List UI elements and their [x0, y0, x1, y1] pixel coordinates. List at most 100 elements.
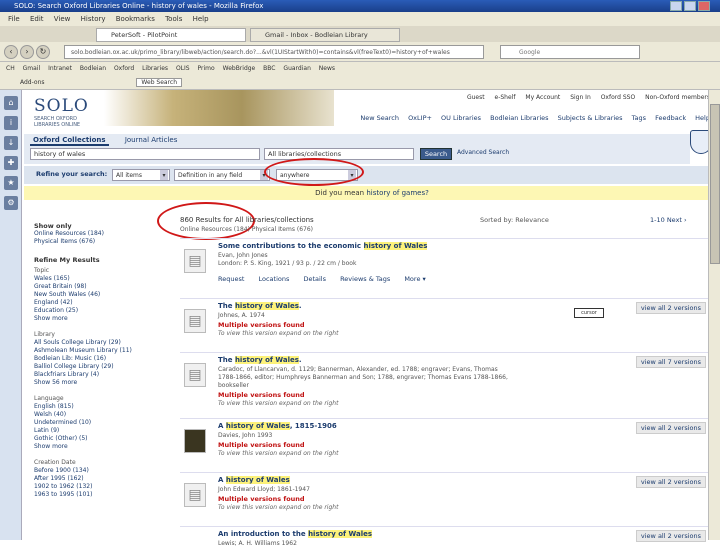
view-all-versions-button[interactable]: view all 2 versions — [635, 476, 706, 488]
show-only-links[interactable]: Online Resources (184) Physical Items (6… — [180, 226, 313, 233]
bookmark-icon[interactable]: ★ — [4, 176, 18, 190]
maximize-button[interactable] — [684, 1, 696, 11]
result-record[interactable]: ▤ The history of Wales. Johnes, A. 1974 … — [180, 298, 710, 344]
menu-bookmarks[interactable]: Bookmarks — [116, 15, 155, 23]
did-you-mean-link[interactable]: history of games? — [366, 189, 429, 197]
browser-tab-1[interactable]: PeterSoft - PilotPoint — [96, 28, 246, 42]
facet-item[interactable]: 1963 to 1995 (101) — [34, 491, 174, 499]
home-icon[interactable]: ⌂ — [4, 96, 18, 110]
facet-item[interactable]: Undetermined (10) — [34, 419, 174, 427]
record-title[interactable]: Some contributions to the economic histo… — [218, 242, 428, 250]
result-record[interactable]: ▤ The history of Wales. Caradoc, of Llan… — [180, 352, 710, 414]
scope-select[interactable]: All libraries/collections — [264, 148, 414, 160]
browser-tab-2[interactable]: Gmail - Inbox - Bodleian Library — [250, 28, 400, 42]
menu-history[interactable]: History — [81, 15, 106, 23]
facet-item[interactable]: After 1995 (162) — [34, 475, 174, 483]
facet-item[interactable]: Great Britain (98) — [34, 283, 174, 291]
oxford-sso-link[interactable]: Oxford SSO — [601, 94, 635, 101]
show-more-link[interactable]: Show more — [34, 443, 174, 451]
non-oxford-link[interactable]: Non-Oxford members — [645, 94, 710, 101]
info-icon[interactable]: i — [4, 116, 18, 130]
record-title[interactable]: A history of Wales — [218, 476, 290, 484]
url-bar[interactable]: solo.bodleian.ox.ac.uk/primo_library/lib… — [64, 45, 484, 59]
facet-item[interactable]: Ashmolean Museum Library (11) — [34, 347, 174, 355]
facet-item[interactable]: Blackfriars Library (4) — [34, 371, 174, 379]
scrollbar-thumb[interactable] — [710, 104, 720, 264]
show-more-link[interactable]: Show 56 more — [34, 379, 174, 387]
bookmark-item[interactable]: Primo — [198, 65, 215, 72]
bookmark-item[interactable]: OLIS — [176, 65, 190, 72]
solo-logo[interactable]: SOLO — [34, 96, 89, 116]
tab-oxford-collections[interactable]: Oxford Collections — [30, 136, 109, 146]
bookmark-item[interactable]: Libraries — [142, 65, 168, 72]
record-title[interactable]: The history of Wales. — [218, 302, 302, 310]
facet-item[interactable]: New South Wales (46) — [34, 291, 174, 299]
pagination[interactable]: 1-10 Next › — [650, 216, 687, 224]
menu-file[interactable]: File — [8, 15, 20, 23]
result-record[interactable]: A history of Wales, 1815-1906 Davies, Jo… — [180, 418, 710, 468]
tab-journal-articles[interactable]: Journal Articles — [125, 136, 178, 144]
reload-icon[interactable]: ↻ — [36, 45, 50, 59]
locations-link[interactable]: Locations — [258, 275, 289, 283]
eshelf-link[interactable]: e-Shelf — [495, 94, 516, 101]
search-input[interactable]: history of wales — [30, 148, 260, 160]
back-icon[interactable]: ‹ — [4, 45, 18, 59]
nav-ou-libraries[interactable]: OU Libraries — [441, 114, 481, 122]
details-link[interactable]: Details — [303, 275, 326, 283]
bookmark-item[interactable]: CH — [6, 65, 15, 72]
request-link[interactable]: Request — [218, 275, 244, 283]
web-search-button[interactable]: Web Search — [136, 78, 183, 87]
nav-new-search[interactable]: New Search — [360, 114, 399, 122]
show-more-link[interactable]: Show more — [34, 315, 174, 323]
browser-search-input[interactable]: Google — [500, 45, 640, 59]
facet-item[interactable]: Wales (165) — [34, 275, 174, 283]
puzzle-icon[interactable]: ✚ — [4, 156, 18, 170]
record-title[interactable]: The history of Wales. — [218, 356, 302, 364]
view-all-versions-button[interactable]: view all 7 versions — [635, 356, 706, 368]
sign-in-link[interactable]: Sign In — [570, 94, 591, 101]
bookmark-item[interactable]: News — [319, 65, 335, 72]
facet-item[interactable]: Welsh (40) — [34, 411, 174, 419]
facet-item[interactable]: Balliol College Library (29) — [34, 363, 174, 371]
record-title[interactable]: A history of Wales, 1815-1906 — [218, 422, 337, 430]
nav-feedback[interactable]: Feedback — [655, 114, 686, 122]
nav-tags[interactable]: Tags — [632, 114, 646, 122]
facet-item[interactable]: Before 1900 (134) — [34, 467, 174, 475]
gear-icon[interactable]: ⚙ — [4, 196, 18, 210]
reviews-tags-link[interactable]: Reviews & Tags — [340, 275, 390, 283]
close-button[interactable] — [698, 1, 710, 11]
facet-online[interactable]: Online Resources (184) — [34, 230, 174, 238]
bookmark-item[interactable]: Bodleian — [80, 65, 106, 72]
bookmark-item[interactable]: WebBridge — [223, 65, 256, 72]
bookmark-item[interactable]: Oxford — [114, 65, 134, 72]
result-record[interactable]: An introduction to the history of Wales … — [180, 526, 710, 556]
menu-edit[interactable]: Edit — [30, 15, 44, 23]
facet-item[interactable]: Latin (9) — [34, 427, 174, 435]
my-account-link[interactable]: My Account — [525, 94, 560, 101]
menu-view[interactable]: View — [54, 15, 71, 23]
bookmark-item[interactable]: Intranet — [48, 65, 72, 72]
result-record[interactable]: ▤ A history of Wales John Edward Lloyd; … — [180, 472, 710, 522]
nav-bodleian[interactable]: Bodleian Libraries — [490, 114, 548, 122]
facet-physical[interactable]: Physical Items (676) — [34, 238, 174, 246]
minimize-button[interactable] — [670, 1, 682, 11]
download-icon[interactable]: ↓ — [4, 136, 18, 150]
facet-item[interactable]: Gothic (Other) (5) — [34, 435, 174, 443]
view-all-versions-button[interactable]: view all 2 versions — [635, 422, 706, 434]
search-button[interactable]: Search — [420, 148, 452, 160]
facet-item[interactable]: 1902 to 1962 (132) — [34, 483, 174, 491]
record-title[interactable]: An introduction to the history of Wales — [218, 530, 373, 538]
sort-select[interactable]: Sorted by: Relevance — [480, 216, 549, 224]
bookmark-item[interactable]: Guardian — [283, 65, 310, 72]
view-all-versions-button[interactable]: view all 2 versions — [635, 530, 706, 542]
facet-item[interactable]: All Souls College Library (29) — [34, 339, 174, 347]
item-type-select[interactable]: All items — [112, 169, 170, 181]
menu-help[interactable]: Help — [193, 15, 209, 23]
facet-item[interactable]: English (815) — [34, 403, 174, 411]
more-link[interactable]: More ▾ — [404, 275, 425, 283]
bookmark-item[interactable]: BBC — [263, 65, 275, 72]
facet-item[interactable]: Education (25) — [34, 307, 174, 315]
bookmark-item[interactable]: Gmail — [23, 65, 41, 72]
facet-item[interactable]: England (42) — [34, 299, 174, 307]
menu-tools[interactable]: Tools — [165, 15, 182, 23]
